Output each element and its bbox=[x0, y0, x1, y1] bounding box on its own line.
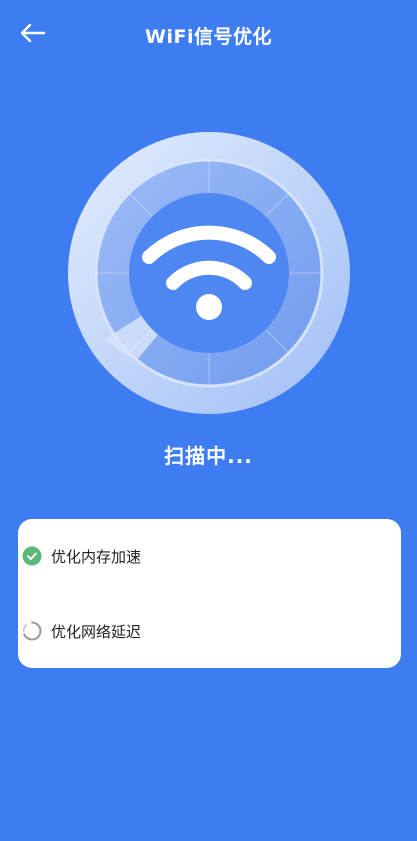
task-item-optimize-latency: 优化网络延迟 bbox=[22, 618, 141, 644]
task-label: 优化网络延迟 bbox=[51, 622, 142, 641]
scan-status-text: 扫描中... bbox=[164, 444, 253, 468]
check-circle-icon bbox=[22, 546, 42, 566]
loading-spinner-icon bbox=[22, 621, 42, 641]
task-card bbox=[18, 519, 401, 668]
task-item-optimize-memory: 优化内存加速 bbox=[22, 543, 141, 569]
app-header: WiFi信号优化 bbox=[0, 0, 417, 70]
wifi-scan-radar bbox=[67, 131, 351, 415]
task-label: 优化内存加速 bbox=[51, 547, 142, 566]
page-title: WiFi信号优化 bbox=[145, 26, 272, 48]
